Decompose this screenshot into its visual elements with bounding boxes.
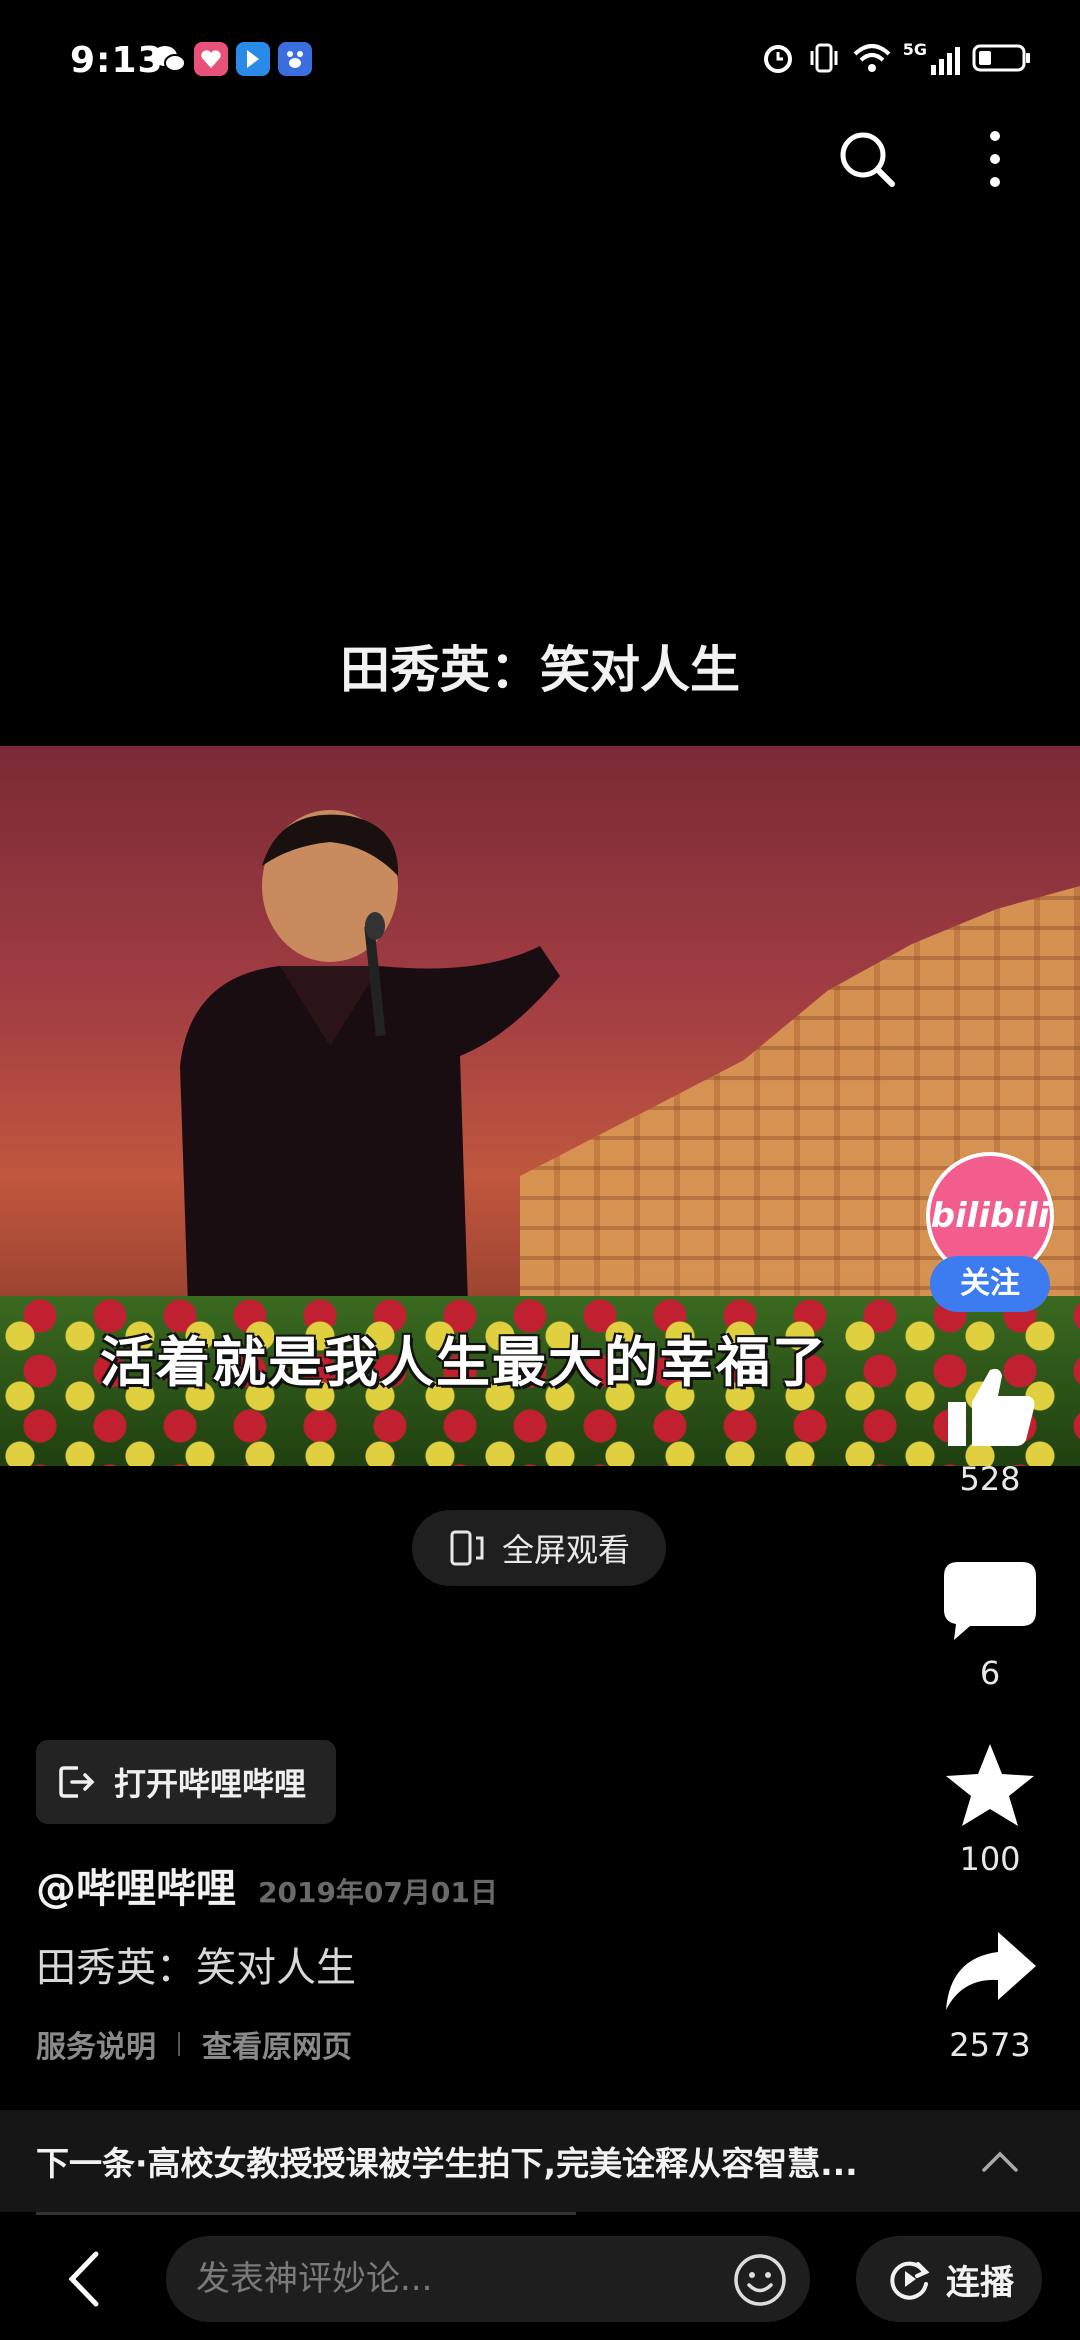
- share-button[interactable]: 2573: [930, 1928, 1050, 2064]
- chevron-left-icon: [68, 2251, 99, 2307]
- next-video-title: 下一条·高校女教授授课被学生拍下,完美诠释从容智慧...: [36, 2144, 858, 2183]
- status-time: 9:13: [70, 40, 164, 81]
- comment-input[interactable]: [196, 2236, 716, 2322]
- fullscreen-label: 全屏观看: [501, 1531, 630, 1569]
- video-scene-person: [180, 810, 560, 1366]
- comment-count: 6: [979, 1654, 1001, 1692]
- author-line: @哔哩哔哩 2019年07月01日: [36, 1856, 498, 1914]
- video-subtitle: 活着就是我人生最大的幸福了: [100, 1331, 828, 1394]
- back-button[interactable]: [62, 2246, 106, 2312]
- share-arrow-icon: [946, 1932, 1036, 2010]
- open-app-label: 打开哔哩哔哩: [114, 1765, 307, 1803]
- favorite-count: 100: [959, 1840, 1021, 1878]
- fullscreen-rotate-icon: [450, 1530, 484, 1566]
- comment-button[interactable]: 6: [930, 1556, 1050, 1692]
- post-date: 2019年07月01日: [258, 1876, 498, 1909]
- wifi-icon: [853, 43, 891, 72]
- progress-divider: [36, 2212, 576, 2215]
- emoji-icon[interactable]: [732, 2252, 788, 2308]
- more-vertical-icon: [990, 131, 1000, 187]
- comment-box[interactable]: [166, 2236, 810, 2322]
- channel-avatar-text: bilibili: [930, 1196, 1050, 1236]
- status-bar: 9:13 5G: [0, 0, 1080, 120]
- autoplay-label: 连播: [946, 2262, 1014, 2303]
- video-title: 田秀英：笑对人生: [340, 641, 740, 699]
- post-description: 田秀英：笑对人生: [36, 1945, 356, 1991]
- autoplay-loop-icon: [890, 2261, 930, 2300]
- thumbs-up-icon: [948, 1368, 1035, 1446]
- next-video-bar[interactable]: 下一条·高校女教授授课被学生拍下,完美诠释从容智慧...: [0, 2110, 1080, 2212]
- signal-icon: [931, 47, 960, 75]
- open-bilibili-button[interactable]: 打开哔哩哔哩: [36, 1740, 336, 1824]
- like-button[interactable]: 528: [930, 1362, 1050, 1498]
- favorite-button[interactable]: 100: [930, 1742, 1050, 1878]
- bookmark-app-icon: [236, 42, 270, 76]
- author-name[interactable]: @哔哩哔哩: [36, 1856, 236, 1914]
- chevron-up-icon[interactable]: [980, 2142, 1020, 2182]
- battery-icon: [972, 44, 1030, 71]
- more-button[interactable]: [980, 128, 1010, 190]
- view-original-link[interactable]: 查看原网页: [202, 2022, 352, 2066]
- search-button[interactable]: [836, 128, 898, 190]
- search-icon: [840, 132, 895, 187]
- alarm-icon: [763, 44, 792, 73]
- follow-button[interactable]: 关注: [930, 1256, 1050, 1312]
- vibrate-icon: [810, 43, 838, 72]
- network-type: 5G: [903, 40, 960, 75]
- status-indicators: 5G: [761, 40, 1032, 75]
- autoplay-button[interactable]: 连播: [856, 2236, 1042, 2322]
- link-divider: [178, 2032, 180, 2056]
- fullscreen-button[interactable]: 全屏观看: [412, 1510, 666, 1586]
- video-player[interactable]: 活着就是我人生最大的幸福了: [0, 746, 1080, 1466]
- like-count: 528: [959, 1460, 1021, 1498]
- open-external-icon: [59, 1766, 95, 1798]
- baidu-icon: [278, 42, 312, 76]
- wechat-icon: [152, 42, 186, 76]
- post-links: 服务说明 查看原网页: [36, 2022, 352, 2066]
- comment-bubble-icon: [944, 1562, 1036, 1640]
- star-icon: [946, 1744, 1034, 1826]
- service-info-link[interactable]: 服务说明: [36, 2022, 156, 2066]
- status-app-icons: [152, 42, 312, 76]
- share-count: 2573: [949, 2026, 1031, 2064]
- app-heart-icon: [194, 42, 228, 76]
